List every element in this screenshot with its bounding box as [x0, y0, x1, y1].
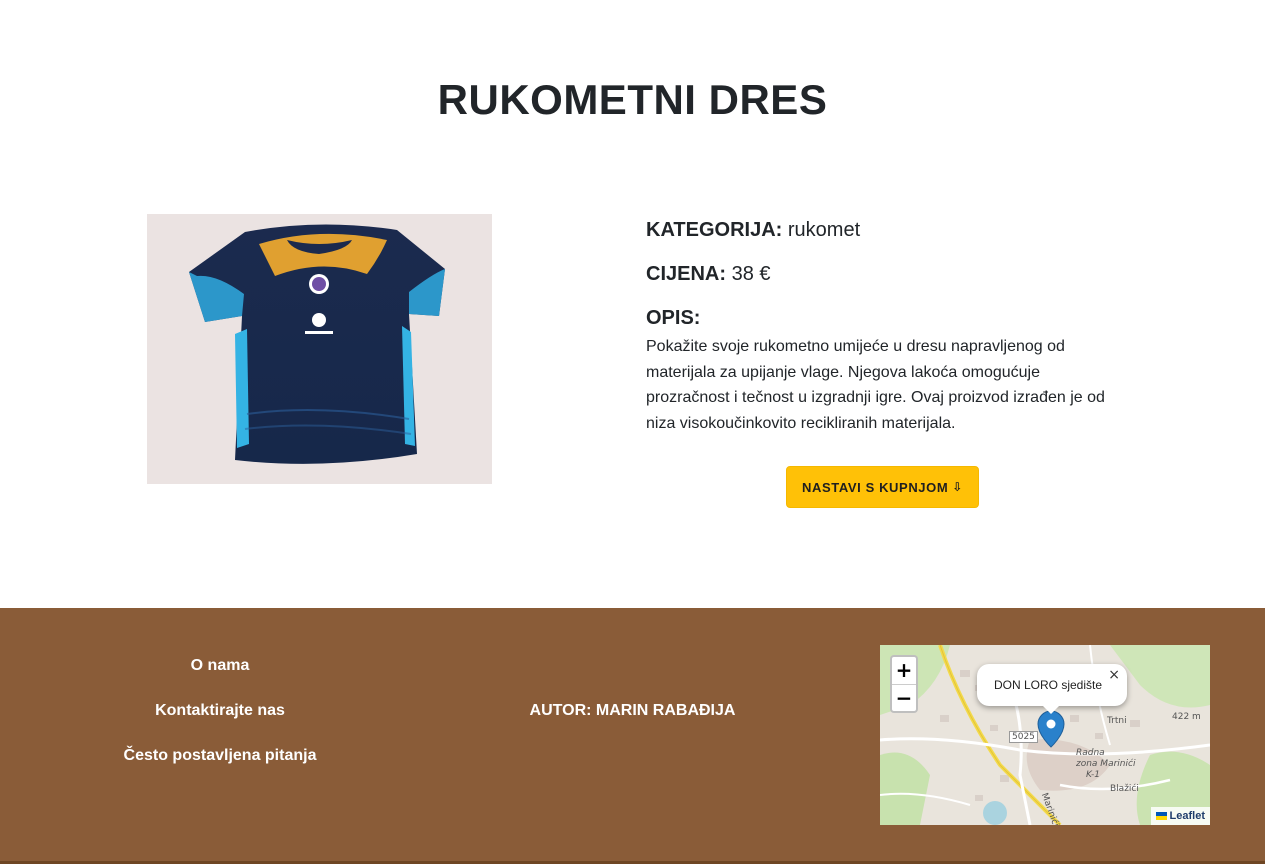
map-popup: DON LORO sjedište ×	[977, 664, 1127, 706]
page-title: RUKOMETNI DRES	[437, 76, 828, 123]
map-popup-tip	[1042, 705, 1060, 714]
continue-shopping-button[interactable]: NASTAVI S KUPNJOM ⇩	[786, 466, 979, 508]
jersey-image	[189, 224, 445, 464]
map-elevation-label: 422 m	[1172, 712, 1201, 722]
zoom-out-button[interactable]: −	[892, 684, 916, 711]
location-map[interactable]: 5025 Trtni 422 m Radna zona Marinići K-1…	[880, 645, 1210, 825]
price-label: CIJENA:	[646, 263, 727, 285]
author-text: AUTOR: MARIN RABAĐIJA	[529, 702, 736, 719]
attribution-link[interactable]: Leaflet	[1170, 810, 1205, 822]
category-label: KATEGORIJA:	[646, 219, 783, 241]
ukraine-flag-icon	[1155, 812, 1167, 820]
price-row: CIJENA: 38 €	[646, 260, 1126, 288]
map-zoom-control: + −	[890, 655, 918, 713]
map-road-label: 5025	[1009, 731, 1038, 743]
footer-link-about[interactable]: O nama	[70, 654, 370, 699]
down-arrow-icon: ⇩	[952, 480, 963, 494]
price-value: 38 €	[731, 263, 771, 285]
product-info: KATEGORIJA: rukomet CIJENA: 38 € OPIS: P…	[646, 216, 1126, 436]
map-label-zone2: zona Marinići	[1076, 759, 1136, 769]
map-attribution[interactable]: Leaflet	[1150, 807, 1210, 825]
footer-link-contact[interactable]: Kontaktirajte nas	[70, 699, 370, 744]
zoom-in-button[interactable]: +	[892, 657, 916, 684]
description-text: Pokažite svoje rukometno umijeće u dresu…	[646, 338, 1105, 432]
popup-close-icon[interactable]: ×	[1108, 667, 1120, 683]
category-row: KATEGORIJA: rukomet	[646, 216, 1126, 244]
footer-nav: O nama Kontaktirajte nas Često postavlje…	[70, 654, 370, 789]
map-label-trtni: Trtni	[1107, 716, 1127, 726]
category-value: rukomet	[787, 219, 861, 241]
product-image	[147, 214, 492, 484]
map-label-zone1: Radna	[1076, 748, 1105, 758]
map-popup-text: DON LORO sjedište	[994, 678, 1103, 692]
footer: O nama Kontaktirajte nas Često postavlje…	[0, 608, 1265, 864]
footer-link-faq[interactable]: Često postavljena pitanja	[70, 744, 370, 789]
map-label-zone3: K-1	[1086, 770, 1100, 780]
continue-shopping-label: NASTAVI S KUPNJOM	[802, 479, 949, 495]
description-label: OPIS:	[646, 307, 701, 329]
map-label-blazici: Blažići	[1110, 784, 1139, 794]
